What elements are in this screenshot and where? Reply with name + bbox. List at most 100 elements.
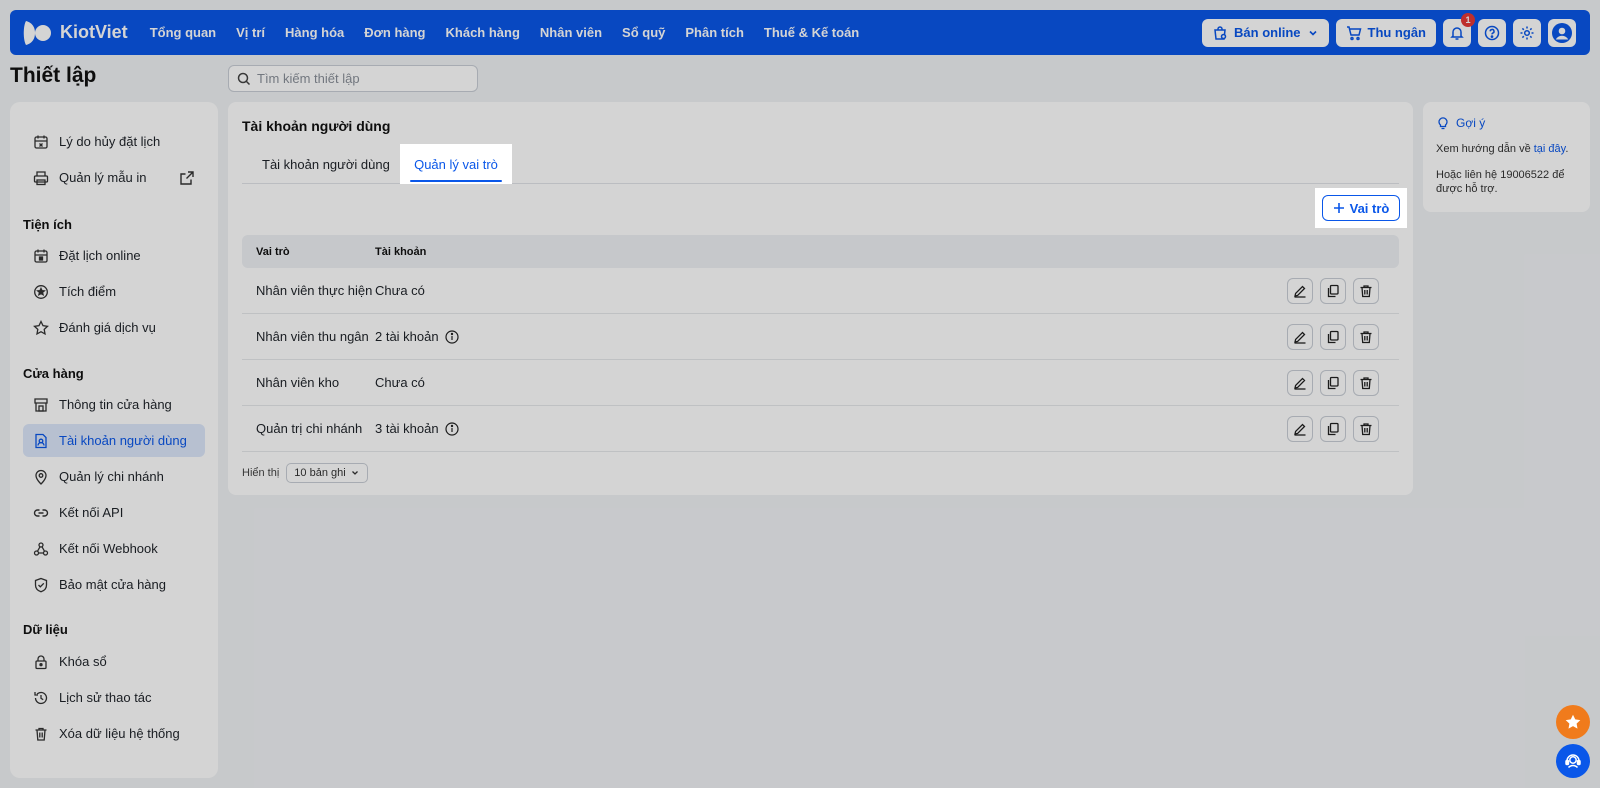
- sidebar-item-webhook-connection[interactable]: Kết nối Webhook: [23, 532, 205, 565]
- edit-button[interactable]: [1287, 323, 1313, 350]
- nav-item-overview[interactable]: Tổng quan: [150, 25, 216, 40]
- user-avatar[interactable]: [1548, 18, 1576, 47]
- calendar-cancel-icon: [34, 135, 48, 149]
- delete-button[interactable]: [1353, 277, 1379, 304]
- tab-role-management[interactable]: Quản lý vai trò: [400, 144, 512, 184]
- user-file-icon: [35, 433, 47, 448]
- bell-icon: [1450, 26, 1464, 40]
- copy-button[interactable]: [1320, 323, 1346, 350]
- nav-item-tax-accounting[interactable]: Thuế & Kế toán: [764, 25, 859, 40]
- support-fab-button[interactable]: [1556, 744, 1590, 778]
- delete-button[interactable]: [1353, 415, 1379, 442]
- table-row: Nhân viên kho Chưa có: [242, 360, 1399, 406]
- sidebar-item-label: Xóa dữ liệu hệ thống: [59, 726, 180, 741]
- sidebar-item-label: Bảo mật cửa hàng: [59, 577, 166, 592]
- top-navigation-bar: KiotViet Tổng quan Vị trí Hàng hóa Đơn h…: [10, 10, 1590, 55]
- row-actions: [1287, 415, 1399, 442]
- copy-icon: [1327, 284, 1339, 297]
- sidebar-section-store: Cửa hàng: [23, 366, 84, 381]
- nav-item-cashbook[interactable]: Sổ quỹ: [622, 25, 665, 40]
- lightbulb-icon: [1438, 117, 1448, 130]
- account-count: Chưa có: [375, 283, 425, 298]
- chevron-down-icon: [351, 471, 358, 475]
- sidebar-item-print-templates[interactable]: Quản lý mẫu in: [23, 161, 205, 194]
- copy-button[interactable]: [1320, 369, 1346, 396]
- page-title: Thiết lập: [10, 64, 97, 87]
- sidebar-item-store-info[interactable]: Thông tin cửa hàng: [23, 388, 205, 421]
- info-icon[interactable]: [445, 421, 459, 436]
- edit-button[interactable]: [1287, 277, 1313, 304]
- role-name: Quản trị chi nhánh: [256, 421, 363, 436]
- sidebar-item-label: Kết nối Webhook: [59, 541, 158, 556]
- add-role-button[interactable]: Vai trò: [1321, 195, 1401, 221]
- settings-search[interactable]: [228, 65, 478, 92]
- tab-user-accounts[interactable]: Tài khoản người dùng: [262, 144, 390, 184]
- plus-icon: [1333, 203, 1344, 213]
- sidebar-item-api-connection[interactable]: Kết nối API: [23, 496, 205, 529]
- nav-item-analytics[interactable]: Phân tích: [685, 25, 744, 40]
- sidebar-item-store-security[interactable]: Bảo mật cửa hàng: [23, 568, 205, 601]
- store-icon: [34, 397, 48, 412]
- sidebar-item-service-rating[interactable]: Đánh giá dịch vụ: [23, 311, 205, 344]
- page-size-select[interactable]: 10 bản ghi: [286, 463, 368, 483]
- history-icon: [34, 691, 48, 704]
- info-icon[interactable]: [445, 329, 459, 344]
- favorite-fab-button[interactable]: [1556, 705, 1590, 739]
- sidebar-item-cancel-booking-reason[interactable]: Lý do hủy đặt lịch: [23, 125, 205, 158]
- edit-button[interactable]: [1287, 415, 1313, 442]
- external-link-icon: [180, 170, 194, 185]
- copy-icon: [1327, 422, 1339, 435]
- settings-button[interactable]: [1513, 18, 1541, 47]
- sidebar-item-label: Quản lý mẫu in: [59, 170, 147, 185]
- edit-button[interactable]: [1287, 369, 1313, 396]
- sidebar-item-label: Khóa sổ: [59, 654, 107, 669]
- chevron-down-icon: [1308, 30, 1317, 36]
- sidebar-item-branch-management[interactable]: Quản lý chi nhánh: [23, 460, 205, 493]
- delete-button[interactable]: [1353, 323, 1379, 350]
- sidebar-item-label: Tích điểm: [59, 284, 117, 299]
- lock-icon: [35, 654, 47, 669]
- points-icon: [34, 284, 48, 299]
- column-header-role: Vai trò: [256, 245, 290, 258]
- kiotviet-logo[interactable]: KiotViet: [22, 18, 128, 48]
- nav-item-staff[interactable]: Nhân viên: [540, 25, 602, 40]
- nav-item-location[interactable]: Vị trí: [236, 25, 265, 40]
- sidebar-item-label: Lý do hủy đặt lịch: [59, 134, 161, 149]
- delete-button[interactable]: [1353, 369, 1379, 396]
- table-footer: Hiển thị 10 bản ghi: [242, 463, 368, 483]
- hint-title-label: Gợi ý: [1456, 116, 1486, 130]
- help-button[interactable]: [1478, 18, 1506, 47]
- main-nav: Tổng quan Vị trí Hàng hóa Đơn hàng Khách…: [150, 25, 860, 40]
- trash-icon: [1360, 284, 1372, 297]
- copy-button[interactable]: [1320, 415, 1346, 442]
- sidebar-item-label: Đặt lịch online: [59, 248, 141, 263]
- notification-button[interactable]: 1: [1443, 12, 1475, 47]
- help-icon: [1484, 25, 1500, 40]
- nav-item-products[interactable]: Hàng hóa: [285, 25, 344, 40]
- sidebar-item-loyalty-points[interactable]: Tích điểm: [23, 275, 205, 308]
- copy-button[interactable]: [1320, 277, 1346, 304]
- printer-icon: [33, 170, 49, 185]
- sidebar-item-user-accounts[interactable]: Tài khoản người dùng: [23, 424, 205, 457]
- row-actions: [1287, 369, 1399, 396]
- sell-online-button[interactable]: Bán online: [1202, 18, 1329, 47]
- column-header-accounts: Tài khoản: [375, 245, 427, 258]
- cashier-button[interactable]: Thu ngân: [1335, 18, 1436, 47]
- nav-item-orders[interactable]: Đơn hàng: [364, 25, 425, 40]
- settings-search-input[interactable]: [257, 71, 469, 86]
- sidebar-item-book-closing[interactable]: Khóa sổ: [23, 645, 205, 678]
- copy-icon: [1327, 330, 1339, 343]
- location-icon: [35, 469, 47, 485]
- sidebar-item-online-booking[interactable]: Đặt lịch online: [23, 239, 205, 272]
- nav-item-customers[interactable]: Khách hàng: [446, 25, 520, 40]
- hint-guide-link[interactable]: tại đây: [1534, 143, 1566, 155]
- trash-icon: [1360, 376, 1372, 389]
- role-name: Nhân viên thực hiện: [256, 283, 373, 298]
- sidebar-section-utilities: Tiện ích: [23, 217, 72, 232]
- sidebar-item-activity-history[interactable]: Lịch sử thao tác: [23, 681, 205, 714]
- hint-guide-text: Xem hướng dẫn về tại đây.: [1436, 142, 1577, 156]
- sidebar-item-label: Thông tin cửa hàng: [59, 397, 172, 412]
- hint-contact-text: Hoặc liên hệ 19006522 để được hỗ trợ.: [1436, 169, 1565, 195]
- sidebar-item-delete-system-data[interactable]: Xóa dữ liệu hệ thống: [23, 717, 205, 750]
- account-count: 3 tài khoản: [375, 421, 439, 436]
